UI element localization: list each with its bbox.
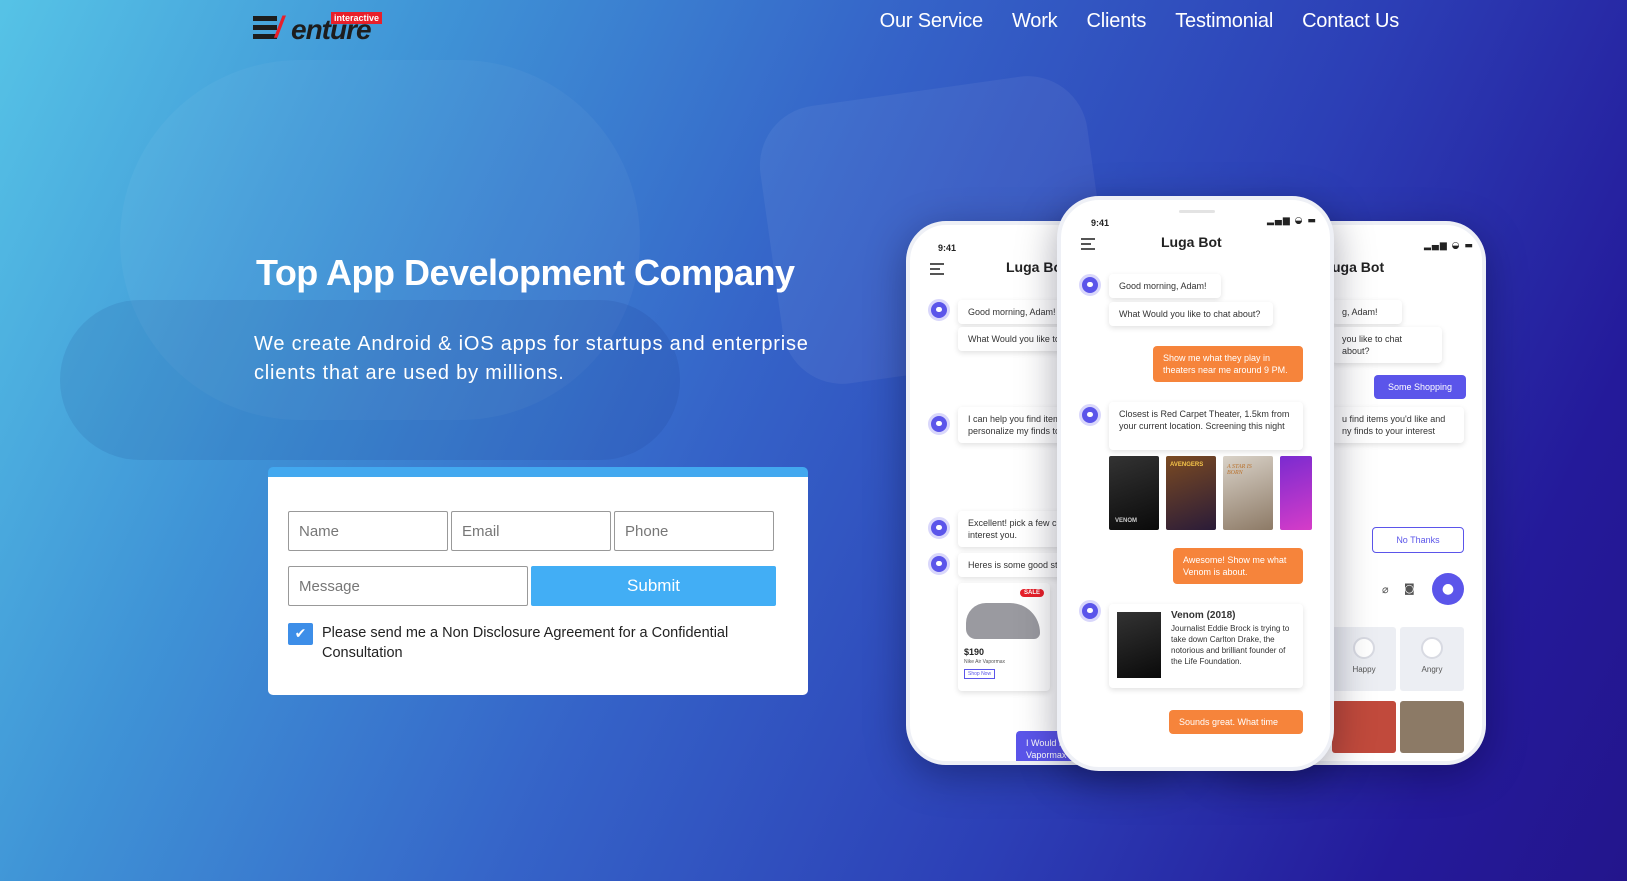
movie-poster-venom[interactable]: VENOM [1109,456,1159,530]
movie-thumbnail [1117,612,1161,678]
bot-avatar-icon [1079,404,1101,426]
movie-detail-card[interactable]: Venom (2018) Journalist Eddie Brock is t… [1109,604,1303,688]
movie-poster-partial[interactable] [1280,456,1312,530]
chat-title: Luga Bo [1006,259,1062,275]
chat-message: g, Adam! [1332,300,1402,324]
product-price: $190 [964,647,985,657]
shop-now-button[interactable]: Shop Now [964,669,996,679]
sale-badge: SALE [1020,589,1045,597]
menu-icon[interactable] [1081,238,1095,253]
status-signal-icon: ▂▄▆ ◒ ▬ [1267,216,1317,226]
bot-avatar-icon [928,517,950,539]
phone-notch [1179,210,1215,213]
shoe-image [966,603,1040,639]
bot-avatar-icon [928,299,950,321]
movie-title: Venom (2018) [1171,610,1236,621]
checkmark-icon: ✔ [294,626,307,642]
status-time: 9:41 [1091,218,1110,228]
nav-contact-us[interactable]: Contact Us [1302,10,1399,33]
chat-message-user: Awesome! Show me what Venom is about. [1173,548,1303,584]
nav-clients[interactable]: Clients [1086,10,1146,33]
emotion-label: Angry [1421,665,1443,674]
email-input[interactable] [451,511,611,551]
chat-message: u find items you'd like and ny finds to … [1332,407,1464,443]
chat-message-user: Sounds great. What time [1169,710,1303,734]
phone-mockup-center: 9:41 ▂▄▆ ◒ ▬ Luga Bot Good morning, Adam… [1057,196,1334,771]
quick-reply-button[interactable]: Some Shopping [1374,375,1466,399]
message-input[interactable] [288,566,528,606]
chat-title: Luga Bot [1161,234,1222,250]
contact-form-card: Submit ✔ Please send me a Non Disclosure… [268,467,808,695]
menu-icon [930,263,944,278]
bot-avatar-icon [1079,600,1101,622]
attachment-icon[interactable]: ⌀ [1382,583,1389,596]
emotion-card-happy[interactable]: Happy [1332,627,1396,691]
chat-message: What Would you like to chat about? [1109,302,1273,326]
nda-label: Please send me a Non Disclosure Agreemen… [322,625,729,661]
chat-message: Closest is Red Carpet Theater, 1.5km fro… [1109,402,1303,450]
chat-message: Good morning, Adam! [1109,274,1221,298]
hero-title: Top App Development Company [256,252,795,293]
angry-face-icon [1421,637,1443,659]
emotion-card-angry[interactable]: Angry [1400,627,1464,691]
movie-poster-avengers[interactable]: AVENGERS [1166,456,1216,530]
bot-avatar-icon [928,413,950,435]
submit-button[interactable]: Submit [531,566,776,606]
nda-checkbox[interactable]: ✔ [288,623,313,645]
bot-avatar-icon [928,553,950,575]
status-signal-icon: ▂▄▆ ◒ ▬ [1424,241,1474,251]
selfie-photo-2 [1400,701,1464,753]
selfie-photo-1 [1332,701,1396,753]
name-input[interactable] [288,511,448,551]
logo-bars-icon [253,16,277,40]
nav-work[interactable]: Work [1012,10,1058,33]
movie-poster-star-is-born[interactable]: A STAR IS BORN [1223,456,1273,530]
happy-face-icon [1353,637,1375,659]
nav-our-service[interactable]: Our Service [880,10,984,33]
status-time: 9:41 [938,243,957,253]
chat-message-user: Show me what they play in theaters near … [1153,346,1303,382]
bot-avatar-icon [1079,274,1101,296]
emotion-label: Happy [1352,665,1376,674]
phone-input[interactable] [614,511,774,551]
logo-tag: interactive [331,12,383,24]
main-nav: Our Service Work Clients Testimonial Con… [880,10,1400,33]
product-name: Nike Air Vapormax [964,659,1006,665]
chat-message: you like to chat about? [1332,327,1442,363]
hero-subtitle: We create Android & iOS apps for startup… [254,333,809,384]
logo-slash: / [275,11,284,44]
microphone-icon[interactable]: ● [1432,573,1464,605]
no-thanks-button[interactable]: No Thanks [1372,527,1464,553]
nav-testimonial[interactable]: Testimonial [1175,10,1273,33]
movie-description: Journalist Eddie Brock is trying to take… [1171,624,1290,666]
product-card[interactable]: SALE $190 Nike Air Vapormax Shop Now [958,583,1050,691]
chat-title: uga Bot [1332,259,1385,275]
company-logo[interactable]: / enture interactive [253,12,388,44]
camera-icon[interactable]: ◙ [1404,582,1415,595]
